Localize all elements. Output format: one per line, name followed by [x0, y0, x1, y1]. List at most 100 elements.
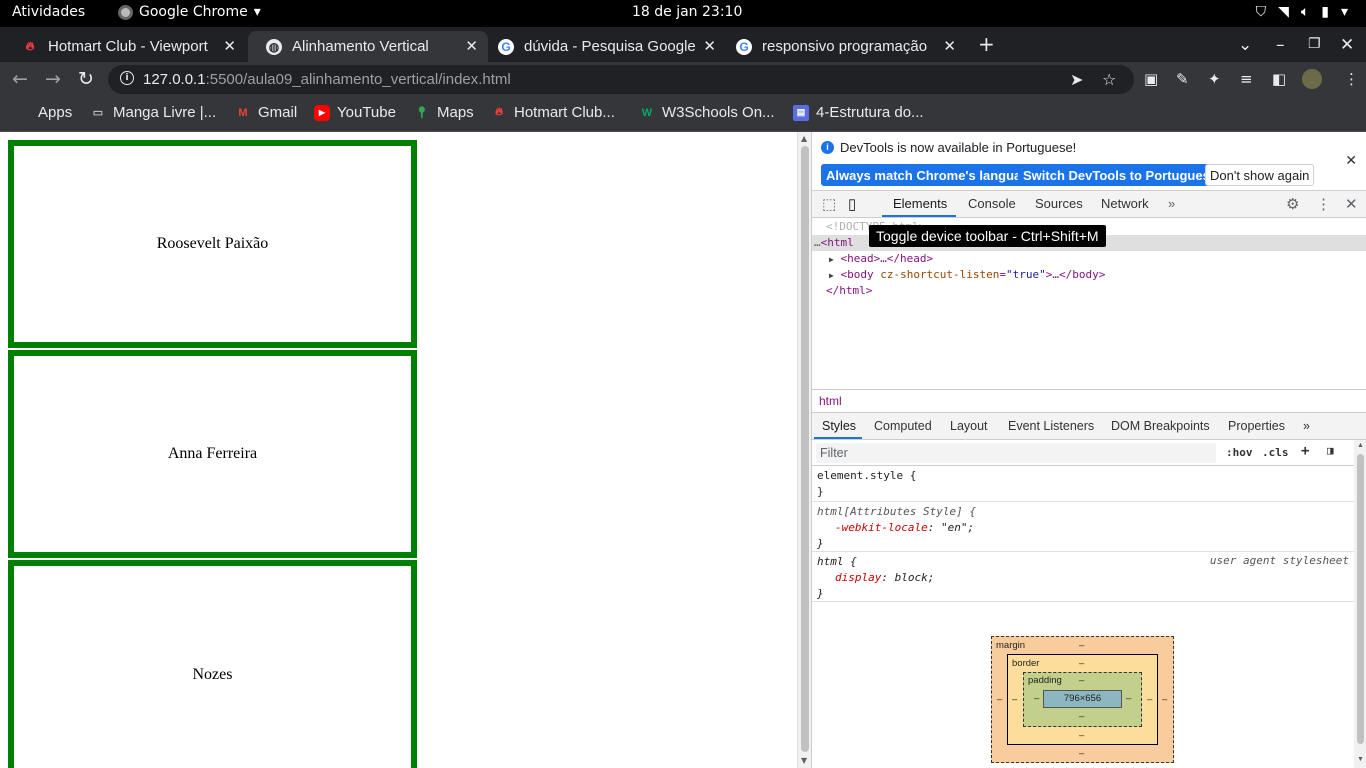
window-close-icon[interactable]: ✕ [1340, 35, 1354, 55]
close-icon[interactable]: ✕ [703, 37, 716, 55]
gear-icon[interactable]: ⚙ [1286, 195, 1299, 213]
close-icon[interactable]: ✕ [465, 37, 478, 55]
tab-duvida[interactable]: G dúvida - Pesquisa Google ✕ [480, 31, 726, 62]
cls-toggle[interactable]: .cls [1262, 446, 1289, 459]
padding-left-value[interactable]: – [1034, 693, 1039, 704]
dom-node-html-close[interactable]: </html> [826, 283, 1366, 299]
bookmark-estrutura[interactable]: ▤ 4-Estrutura do... [793, 104, 924, 121]
rule-declaration[interactable]: display: block; [835, 570, 934, 586]
bookmark-label: Manga Livre |... [113, 104, 217, 121]
kebab-menu-icon[interactable]: ⋮ [1316, 195, 1331, 213]
subtab-computed[interactable]: Computed [874, 419, 932, 433]
always-match-language-button[interactable]: Always match Chrome's language [821, 164, 1042, 186]
subtab-event-listeners[interactable]: Event Listeners [1008, 419, 1094, 433]
avatar[interactable] [1302, 69, 1322, 89]
tab-hotmart[interactable]: 🔥︎ Hotmart Club - Viewport ✕ [4, 31, 246, 62]
tab-responsivo[interactable]: G responsivo programação ✕ [718, 31, 966, 62]
subtab-styles[interactable]: Styles [822, 419, 856, 433]
expand-arrow-icon[interactable]: ▶ [829, 271, 834, 280]
reload-icon[interactable]: ↻ [78, 68, 94, 90]
map-pin-icon: 📍︎ [415, 107, 429, 119]
kebab-menu-icon[interactable]: ⋮ [1344, 70, 1359, 88]
page-scrollbar[interactable]: ▲ ▼ [797, 132, 811, 768]
tab-console[interactable]: Console [968, 196, 1016, 211]
send-icon[interactable]: ➤ [1070, 70, 1083, 89]
scroll-up-icon[interactable]: ▲ [1357, 442, 1364, 449]
back-icon[interactable]: ← [12, 68, 28, 90]
tab-alinhamento[interactable]: ◍ Alinhamento Vertical ✕ [248, 31, 488, 62]
new-tab-icon[interactable]: + [978, 32, 995, 56]
margin-right-value[interactable]: – [1162, 694, 1167, 705]
rule-selector[interactable]: element.style { [817, 468, 916, 484]
puzzle-icon[interactable]: ✦ [1208, 70, 1221, 88]
toggle-sidebar-icon[interactable]: ◨ [1327, 444, 1334, 457]
bookmark-hotmart[interactable]: 🔥︎ Hotmart Club... [491, 104, 615, 121]
address-bar[interactable]: i 127.0.0.1:5500/aula09_alinhamento_vert… [108, 65, 1134, 94]
restore-icon[interactable]: ❐ [1308, 36, 1321, 52]
extension-icon[interactable]: ▣ [1144, 70, 1158, 88]
margin-bottom-value[interactable]: – [1079, 748, 1084, 759]
tab-sources[interactable]: Sources [1035, 196, 1083, 211]
close-icon[interactable]: ✕ [1345, 195, 1358, 213]
border-bottom-value[interactable]: – [1079, 730, 1084, 741]
subtab-layout[interactable]: Layout [950, 419, 988, 433]
bookmark-gmail[interactable]: M Gmail [235, 104, 297, 121]
close-icon[interactable]: ✕ [1345, 152, 1357, 169]
tab-search-icon[interactable]: ⌄ [1238, 35, 1252, 55]
margin-left-value[interactable]: – [997, 694, 1002, 705]
switch-to-portuguese-button[interactable]: Switch DevTools to Portuguese [1018, 164, 1223, 186]
scroll-up-icon[interactable]: ▲ [801, 134, 807, 143]
margin-top-value[interactable]: – [1079, 640, 1084, 651]
bookmark-maps[interactable]: 📍︎ Maps [414, 104, 474, 121]
media-icon[interactable]: ≡ [1240, 70, 1253, 88]
star-icon[interactable]: ☆ [1102, 70, 1116, 89]
info-icon[interactable]: i [120, 71, 134, 85]
bookmark-apps[interactable]: Apps [15, 104, 72, 121]
scroll-down-icon[interactable]: ▼ [1357, 756, 1364, 763]
border-top-value[interactable]: – [1079, 658, 1084, 669]
filter-input[interactable] [816, 443, 1216, 463]
url-text[interactable]: 127.0.0.1:5500/aula09_alinhamento_vertic… [143, 71, 511, 88]
more-tabs-icon[interactable]: » [1168, 196, 1175, 211]
clock[interactable]: 18 de jan 23:10 [632, 4, 742, 20]
expand-arrow-icon[interactable]: ▶ [829, 255, 834, 264]
dont-show-again-button[interactable]: Don't show again [1205, 164, 1315, 186]
tab-elements[interactable]: Elements [893, 196, 947, 211]
minimize-icon[interactable]: – [1276, 35, 1285, 55]
crumb-html[interactable]: html [819, 394, 842, 408]
side-panel-icon[interactable]: ◧ [1272, 70, 1286, 88]
forward-icon[interactable]: → [45, 68, 61, 90]
pen-extension-icon[interactable]: ✎ [1176, 70, 1189, 88]
border-right-value[interactable]: – [1147, 694, 1152, 705]
system-tray[interactable]: ⛉ ◥ 🔈︎ ▮ ▾ [1256, 4, 1348, 20]
subtab-dom-breakpoints[interactable]: DOM Breakpoints [1111, 419, 1210, 433]
dom-node-head[interactable]: ▶ <head>…</head> [829, 251, 1366, 267]
bookmark-manga-livre[interactable]: ▭ Manga Livre |... [90, 104, 216, 121]
styles-scrollbar[interactable]: ▲ ▼ [1354, 440, 1366, 768]
app-menu[interactable]: Google Chrome ▾ [118, 4, 261, 20]
bookmark-w3schools[interactable]: W W3Schools On... [639, 104, 775, 121]
rule-declaration[interactable]: -webkit-locale: "en"; [835, 520, 974, 536]
bookmark-youtube[interactable]: ▶ YouTube [314, 104, 396, 121]
tab-network[interactable]: Network [1101, 196, 1149, 211]
padding-right-value[interactable]: – [1126, 693, 1131, 704]
padding-top-value[interactable]: – [1079, 675, 1084, 686]
hov-toggle[interactable]: :hov [1226, 446, 1253, 459]
device-toolbar-icon[interactable]: ▯ [848, 195, 856, 213]
border-left-value[interactable]: – [1012, 694, 1017, 705]
dom-node-body[interactable]: ▶ <body cz-shortcut-listen="true">…</bod… [829, 267, 1366, 283]
inspect-element-icon[interactable]: ⬚ [822, 195, 836, 213]
padding-bottom-value[interactable]: – [1079, 711, 1084, 722]
scroll-down-icon[interactable]: ▼ [801, 756, 807, 765]
rule-selector[interactable]: html { [817, 554, 857, 570]
subtab-properties[interactable]: Properties [1228, 419, 1285, 433]
activities-button[interactable]: Atividades [12, 4, 85, 20]
box-model-content[interactable]: 796×656 [1043, 690, 1122, 708]
rule-selector[interactable]: html[Attributes Style] { [817, 504, 976, 520]
more-subtabs-icon[interactable]: » [1303, 419, 1310, 433]
close-icon[interactable]: ✕ [943, 37, 956, 55]
scrollbar-thumb[interactable] [1357, 454, 1364, 744]
close-icon[interactable]: ✕ [223, 37, 236, 55]
scrollbar-thumb[interactable] [801, 146, 809, 752]
add-rule-icon[interactable]: + [1301, 443, 1309, 459]
